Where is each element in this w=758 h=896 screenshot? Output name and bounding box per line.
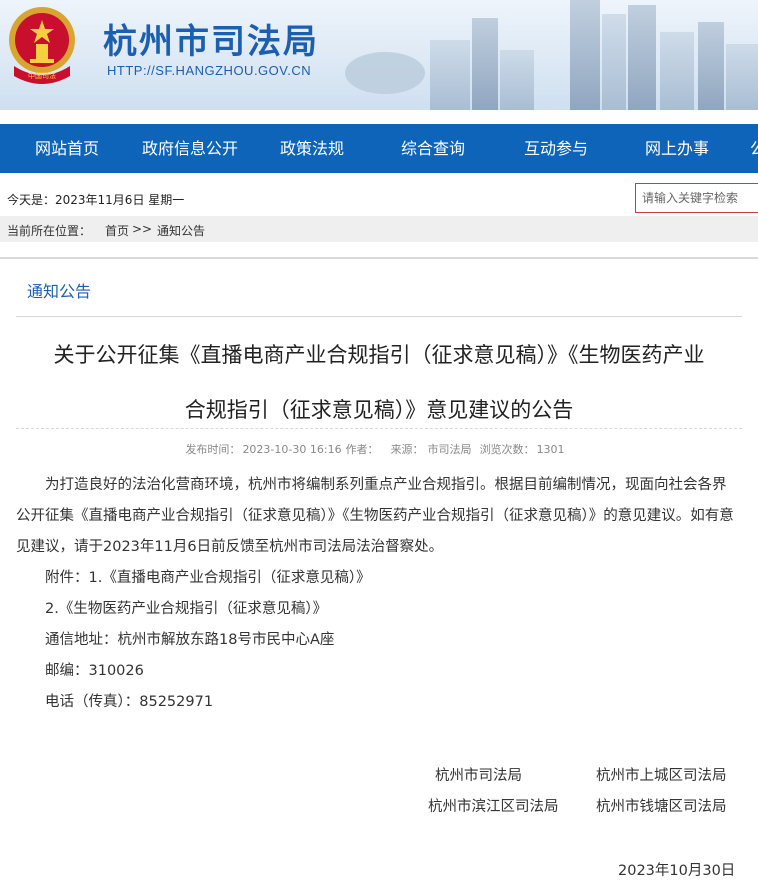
views-label: 浏览次数： <box>479 443 535 456</box>
breadcrumb-current[interactable]: 通知公告 <box>157 222 205 239</box>
today-date: 今天是：2023年11月6日 星期一 <box>7 193 185 207</box>
nav-item-online-service[interactable]: 网上办事 <box>645 124 709 173</box>
attachment-1: 附件：1.《直播电商产业合规指引（征求意见稿）》 <box>45 570 371 586</box>
nav-item-query[interactable]: 综合查询 <box>401 124 465 173</box>
nav-item-more[interactable]: 公 <box>750 124 758 173</box>
nav-item-interact[interactable]: 互动参与 <box>524 124 588 173</box>
contact-address: 通信地址：杭州市解放东路18号市民中心A座 <box>45 632 335 648</box>
article-paragraph: 为打造良好的法治化营商环境，杭州市将编制系列重点产业合规指引。根据目前编制情况，… <box>16 477 734 555</box>
signature-qiantang: 杭州市钱塘区司法局 <box>596 799 727 815</box>
justice-emblem-icon: 中国司法 <box>6 4 78 84</box>
signature-hz-justice: 杭州市司法局 <box>435 768 522 784</box>
search-box <box>635 183 758 213</box>
signature-binjiang: 杭州市滨江区司法局 <box>428 799 559 815</box>
divider <box>0 257 758 259</box>
contact-postcode: 邮编：310026 <box>45 663 144 679</box>
article-title-line2: 合规指引（征求意见稿）》意见建议的公告 <box>184 398 574 422</box>
site-title: 杭州市司法局 <box>103 22 319 62</box>
publish-label: 发布时间： <box>185 443 241 456</box>
main-nav: 网站首页 政府信息公开 政策法规 综合查询 互动参与 网上办事 公 <box>0 124 758 173</box>
article-body: 为打造良好的法治化营商环境，杭州市将编制系列重点产业合规指引。根据目前编制情况，… <box>16 470 740 718</box>
nav-item-gov-info[interactable]: 政府信息公开 <box>142 124 238 173</box>
breadcrumb-home-link[interactable]: 首页 <box>105 222 129 239</box>
breadcrumb-prefix: 当前所在位置： <box>7 224 92 238</box>
site-url[interactable]: HTTP://SF.HANGZHOU.GOV.CN <box>107 63 311 78</box>
contact-phone: 电话（传真）：85252971 <box>45 694 214 710</box>
emblem-text: 中国司法 <box>28 71 56 80</box>
source-value: 市司法局 <box>427 443 472 456</box>
section-divider <box>16 316 742 317</box>
source-label: 来源： <box>390 443 424 456</box>
meta-divider <box>16 428 742 429</box>
article-title: 关于公开征集《直播电商产业合规指引（征求意见稿）》《生物医药产业 合规指引（征求… <box>16 328 742 438</box>
views-count: 1301 <box>536 443 565 456</box>
article-date: 2023年10月30日 <box>618 863 736 879</box>
attachment-2: 2.《生物医药产业合规指引（征求意见稿）》 <box>45 601 328 617</box>
publish-time: 2023-10-30 16:16 <box>242 443 342 456</box>
nav-item-policy[interactable]: 政策法规 <box>280 124 344 173</box>
breadcrumb: 当前所在位置： 首页 >> 通知公告 <box>0 216 758 242</box>
search-input[interactable] <box>636 184 758 212</box>
signature-shangcheng: 杭州市上城区司法局 <box>596 768 727 784</box>
breadcrumb-separator: >> <box>132 222 153 236</box>
section-title[interactable]: 通知公告 <box>27 278 91 302</box>
article-title-line1: 关于公开征集《直播电商产业合规指引（征求意见稿）》《生物医药产业 <box>53 343 705 367</box>
header-banner: 中国司法 杭州市司法局 HTTP://SF.HANGZHOU.GOV.CN <box>0 0 758 110</box>
nav-item-home[interactable]: 网站首页 <box>35 124 99 173</box>
article-meta: 发布时间： 2023-10-30 16:16 作者： 来源： 市司法局 浏览次数： 1301 <box>16 441 742 457</box>
author-label: 作者： <box>345 443 379 456</box>
